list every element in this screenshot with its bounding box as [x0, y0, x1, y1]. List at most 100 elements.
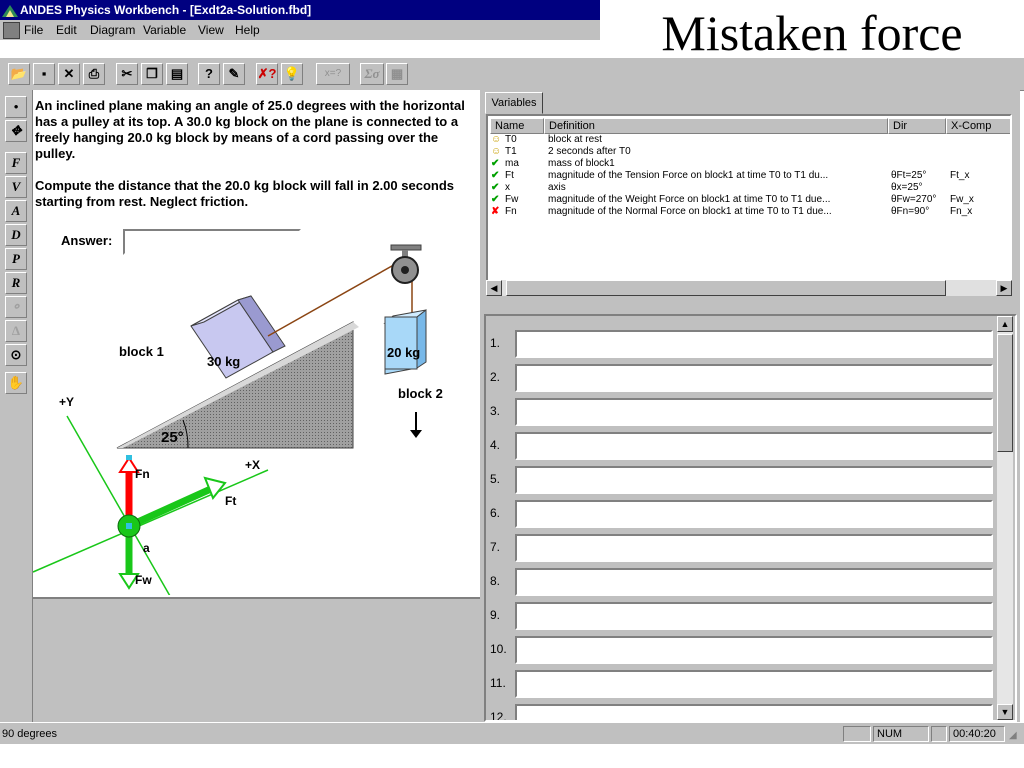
variable-name: ma: [505, 158, 519, 169]
body-tool-icon[interactable]: •: [5, 96, 27, 118]
variable-name: x: [505, 182, 510, 193]
paste-icon[interactable]: ▤: [166, 63, 188, 85]
variables-hscrollbar[interactable]: ◀ ▶: [486, 280, 1012, 296]
equation-number: 2.: [490, 370, 501, 384]
equation-input[interactable]: [515, 534, 993, 562]
variable-row[interactable]: ✔ ma mass of block1: [488, 158, 1010, 170]
equation-input[interactable]: [515, 364, 993, 392]
equation-row: 2.: [488, 362, 998, 394]
variable-name: T1: [505, 146, 517, 157]
print-icon[interactable]: ⎙: [83, 63, 105, 85]
weight-force-label: Fw: [135, 573, 152, 587]
edit-props-icon[interactable]: ✎: [223, 63, 245, 85]
menu-diagram[interactable]: Diagram: [90, 20, 135, 40]
equation-number: 10.: [490, 642, 507, 656]
column-xcomp[interactable]: X-Comp: [946, 118, 1010, 134]
equations-vscrollbar[interactable]: ▲ ▼: [997, 316, 1013, 720]
menu-variable[interactable]: Variable: [143, 20, 186, 40]
document-icon[interactable]: [3, 22, 20, 39]
equation-row: 9.: [488, 600, 998, 632]
variable-row[interactable]: ☺ T1 2 seconds after T0: [488, 146, 1010, 158]
variable-xcomp: Fw_x: [950, 194, 974, 205]
variable-xcomp: Fn_x: [950, 206, 973, 217]
open-icon[interactable]: 📂: [8, 63, 30, 85]
equation-number: 11.: [490, 676, 506, 690]
cross-icon: ✘: [491, 206, 500, 217]
variable-row[interactable]: ✔ Fw magnitude of the Weight Force on bl…: [488, 194, 1010, 206]
variable-row[interactable]: ✘ Fn magnitude of the Normal Force on bl…: [488, 206, 1010, 218]
tab-variables[interactable]: Variables: [485, 92, 543, 114]
hint-icon[interactable]: 💡: [281, 63, 303, 85]
clock-tool-icon[interactable]: ⊙: [5, 344, 27, 366]
equation-input[interactable]: [515, 704, 993, 720]
scroll-up-icon[interactable]: ▲: [997, 316, 1013, 332]
displacement-tool-icon[interactable]: D: [5, 224, 27, 246]
velocity-tool-icon[interactable]: V: [5, 176, 27, 198]
equation-row: 10.: [488, 634, 998, 666]
block-1-label: block 1: [119, 344, 164, 359]
equations-pane: 1. 2. 3. 4. 5. 6. 7. 8. 9. 10. 11. 12. ▲…: [484, 314, 1017, 722]
whats-this-icon[interactable]: ?: [198, 63, 220, 85]
variable-definition: axis: [548, 182, 566, 193]
check-icon: ✔: [491, 170, 500, 181]
relative-position-tool-icon[interactable]: R: [5, 272, 27, 294]
equation-input[interactable]: [515, 432, 993, 460]
menu-view[interactable]: View: [198, 20, 224, 40]
force-tool-icon[interactable]: F: [5, 152, 27, 174]
equation-number: 9.: [490, 608, 501, 622]
check-icon: ✔: [491, 182, 500, 193]
variable-row[interactable]: ✔ x axis θx=25°: [488, 182, 1010, 194]
block-1-mass: 30 kg: [207, 354, 240, 369]
equation-input[interactable]: [515, 636, 993, 664]
equation-input[interactable]: [515, 670, 993, 698]
equation-input[interactable]: [515, 398, 993, 426]
copy-icon[interactable]: ❐: [141, 63, 163, 85]
variable-dir: θFw=270°: [891, 194, 937, 205]
column-dir[interactable]: Dir: [888, 118, 946, 134]
slide-title: Mistaken force: [600, 0, 1024, 66]
variable-definition: magnitude of the Weight Force on block1 …: [548, 194, 831, 205]
x-axis: [33, 469, 269, 573]
equation-input[interactable]: [515, 602, 993, 630]
acceleration-tool-icon[interactable]: A: [5, 200, 27, 222]
sum-icon[interactable]: Σσ: [360, 63, 384, 85]
variable-row[interactable]: ☺ T0 block at rest: [488, 134, 1010, 146]
vector-sum-tool-icon[interactable]: ⚬: [5, 296, 27, 318]
save-icon[interactable]: ▪: [33, 63, 55, 85]
equation-number: 3.: [490, 404, 501, 418]
equation-row: 5.: [488, 464, 998, 496]
delete-icon[interactable]: ✕: [58, 63, 80, 85]
equation-row: 12.: [488, 702, 998, 720]
grid-icon[interactable]: ▦: [386, 63, 408, 85]
scroll-down-icon[interactable]: ▼: [997, 704, 1013, 720]
scroll-thumb[interactable]: [997, 334, 1013, 452]
problem-pane: An inclined plane making an angle of 25.…: [33, 90, 482, 595]
angle-tool-icon[interactable]: Δ: [5, 320, 27, 342]
scroll-left-icon[interactable]: ◀: [486, 280, 502, 296]
column-name[interactable]: Name: [490, 118, 544, 134]
menu-file[interactable]: File: [24, 20, 43, 40]
solve-for-button[interactable]: x=?: [316, 63, 350, 85]
hand-tool-icon[interactable]: ✋: [5, 372, 27, 394]
menu-edit[interactable]: Edit: [56, 20, 77, 40]
scroll-thumb[interactable]: [506, 280, 946, 296]
acceleration-label: a: [143, 541, 150, 555]
whats-wrong-icon[interactable]: ✗?: [256, 63, 278, 85]
block-2-mass: 20 kg: [387, 345, 420, 360]
menu-help[interactable]: Help: [235, 20, 260, 40]
axes-tool-icon[interactable]: ✥: [5, 120, 27, 142]
smiley-icon: ☺: [491, 146, 502, 157]
variable-row[interactable]: ✔ Ft magnitude of the Tension Force on b…: [488, 170, 1010, 182]
equation-input[interactable]: [515, 568, 993, 596]
equation-input[interactable]: [515, 330, 993, 358]
variable-dir: θx=25°: [891, 182, 923, 193]
column-definition[interactable]: Definition: [544, 118, 888, 134]
equation-input[interactable]: [515, 466, 993, 494]
variable-xcomp: Ft_x: [950, 170, 970, 181]
equation-input[interactable]: [515, 500, 993, 528]
smiley-icon: ☺: [491, 134, 502, 145]
variable-definition: magnitude of the Normal Force on block1 …: [548, 206, 832, 217]
cut-icon[interactable]: ✂: [116, 63, 138, 85]
scroll-right-icon[interactable]: ▶: [996, 280, 1012, 296]
momentum-tool-icon[interactable]: P: [5, 248, 27, 270]
